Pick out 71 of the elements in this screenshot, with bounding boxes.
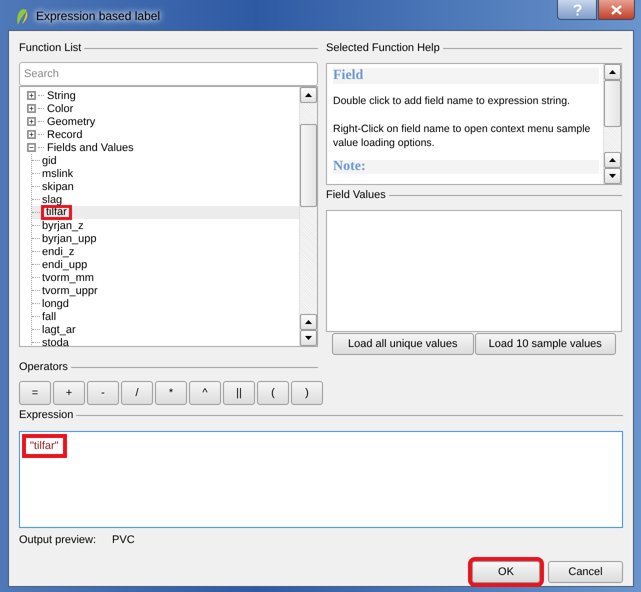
window-title: Expression based label bbox=[36, 9, 160, 23]
down-arrow-icon bbox=[609, 174, 616, 178]
section-label: Expression bbox=[19, 409, 74, 421]
section-label: Function List bbox=[19, 42, 82, 54]
help-text: Right-Click on field name to open context menu sample value loading options. bbox=[333, 122, 592, 150]
tree-item[interactable]: byrjan_z bbox=[42, 220, 84, 232]
operator-button[interactable]: + bbox=[53, 381, 85, 405]
cancel-button[interactable]: Cancel bbox=[548, 561, 623, 583]
section-label: Operators bbox=[19, 361, 68, 373]
scroll-up-button[interactable] bbox=[300, 314, 317, 330]
tree-item[interactable]: Geometry bbox=[47, 116, 96, 128]
load-button[interactable]: Load 10 sample values bbox=[474, 333, 616, 355]
scrollbar-track[interactable] bbox=[299, 87, 317, 346]
tree-item[interactable]: fall bbox=[42, 310, 56, 322]
tree-item[interactable]: byrjan_upp bbox=[42, 232, 96, 244]
help-heading: Note: bbox=[333, 160, 599, 174]
tree-item[interactable]: slag bbox=[42, 194, 62, 206]
preview-value: PVC bbox=[112, 534, 135, 546]
scrollbar-track[interactable] bbox=[603, 64, 621, 184]
preview-label: Output preview: bbox=[19, 534, 96, 546]
expand-icon[interactable] bbox=[27, 104, 36, 113]
up-arrow-icon bbox=[609, 70, 616, 74]
operator-button[interactable]: / bbox=[121, 381, 153, 405]
operator-button[interactable]: = bbox=[19, 381, 51, 405]
operator-button[interactable]: * bbox=[155, 381, 187, 405]
tree-item[interactable]: gid bbox=[42, 154, 57, 166]
tree-item[interactable]: String bbox=[47, 90, 76, 102]
scroll-down-button[interactable] bbox=[300, 330, 317, 346]
scroll-up-button[interactable] bbox=[604, 152, 621, 168]
scroll-thumb[interactable] bbox=[604, 80, 621, 127]
leaf-icon bbox=[14, 8, 30, 26]
help-text: Double click to add field name to expression string. bbox=[333, 94, 571, 108]
section-label: Selected Function Help bbox=[326, 42, 440, 54]
tree-item[interactable]: Fields and Values bbox=[47, 142, 134, 154]
tree-item[interactable]: tvorm_mm bbox=[42, 272, 94, 284]
help-button[interactable] bbox=[557, 0, 597, 20]
expand-icon[interactable] bbox=[27, 117, 36, 126]
question-mark-icon bbox=[572, 4, 582, 16]
up-arrow-icon bbox=[609, 158, 616, 162]
scroll-thumb[interactable] bbox=[300, 124, 317, 208]
operator-button[interactable]: ( bbox=[257, 381, 289, 405]
expression-field[interactable]: "tilfar" bbox=[19, 431, 623, 528]
down-arrow-icon bbox=[305, 336, 312, 340]
tree-item[interactable]: lagt_ar bbox=[42, 324, 76, 336]
operator-button[interactable]: ) bbox=[291, 381, 323, 405]
collapse-icon[interactable] bbox=[27, 143, 36, 152]
close-button[interactable] bbox=[598, 0, 635, 20]
search-field[interactable]: Search bbox=[19, 62, 318, 86]
tree-item[interactable]: stoda bbox=[42, 336, 69, 346]
tree-item[interactable]: Color bbox=[47, 102, 74, 114]
scroll-down-button[interactable] bbox=[604, 168, 621, 184]
up-arrow-icon bbox=[305, 320, 312, 324]
tree-item[interactable]: longd bbox=[42, 298, 69, 310]
close-icon bbox=[611, 4, 622, 14]
tree-item[interactable]: endi_z bbox=[42, 246, 74, 258]
scroll-up-button[interactable] bbox=[604, 64, 621, 80]
operator-button[interactable]: - bbox=[87, 381, 119, 405]
operator-button[interactable]: || bbox=[223, 381, 255, 405]
section-label: Field Values bbox=[326, 189, 386, 201]
tree-item[interactable]: tvorm_uppr bbox=[42, 284, 98, 296]
tree-item[interactable]: Record bbox=[47, 128, 82, 140]
tree-item[interactable]: mslink bbox=[42, 168, 74, 180]
tree-item[interactable]: skipan bbox=[42, 180, 74, 192]
expand-icon[interactable] bbox=[27, 91, 36, 100]
scroll-up-button[interactable] bbox=[300, 87, 317, 103]
load-button[interactable]: Load all unique values bbox=[332, 333, 474, 355]
up-arrow-icon bbox=[305, 93, 312, 97]
help-heading: Field bbox=[333, 68, 599, 84]
expand-icon[interactable] bbox=[27, 130, 36, 139]
tree-item[interactable]: endi_upp bbox=[42, 258, 88, 270]
operator-button[interactable]: ^ bbox=[189, 381, 221, 405]
